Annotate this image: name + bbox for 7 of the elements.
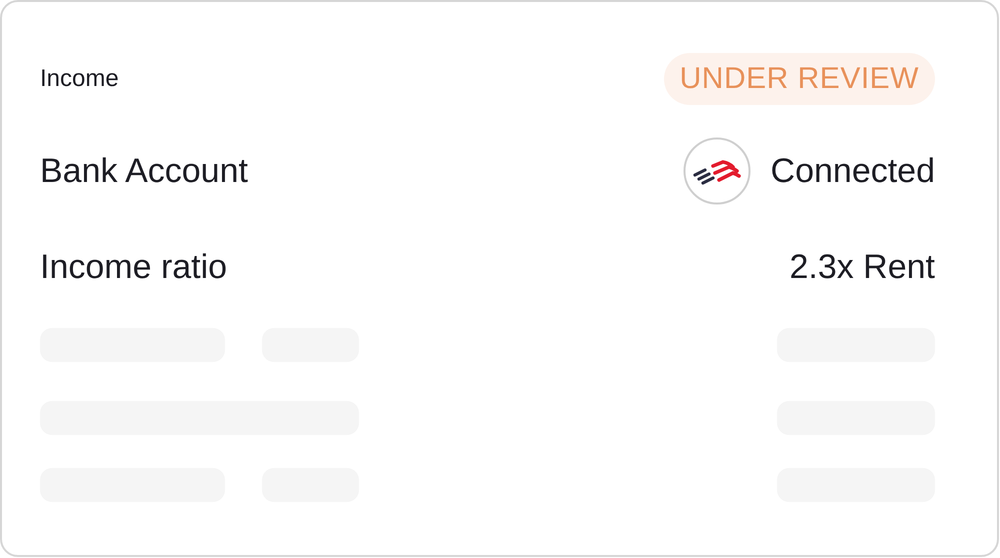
row-value: Connected [770, 152, 935, 190]
row-label: Bank Account [40, 152, 248, 190]
row-value: 2.3x Rent [789, 248, 935, 286]
card-title: Income [40, 65, 119, 93]
status-badge: UNDER REVIEW [664, 53, 935, 105]
row-label: Income ratio [40, 248, 228, 286]
bank-logo-icon [682, 137, 751, 205]
